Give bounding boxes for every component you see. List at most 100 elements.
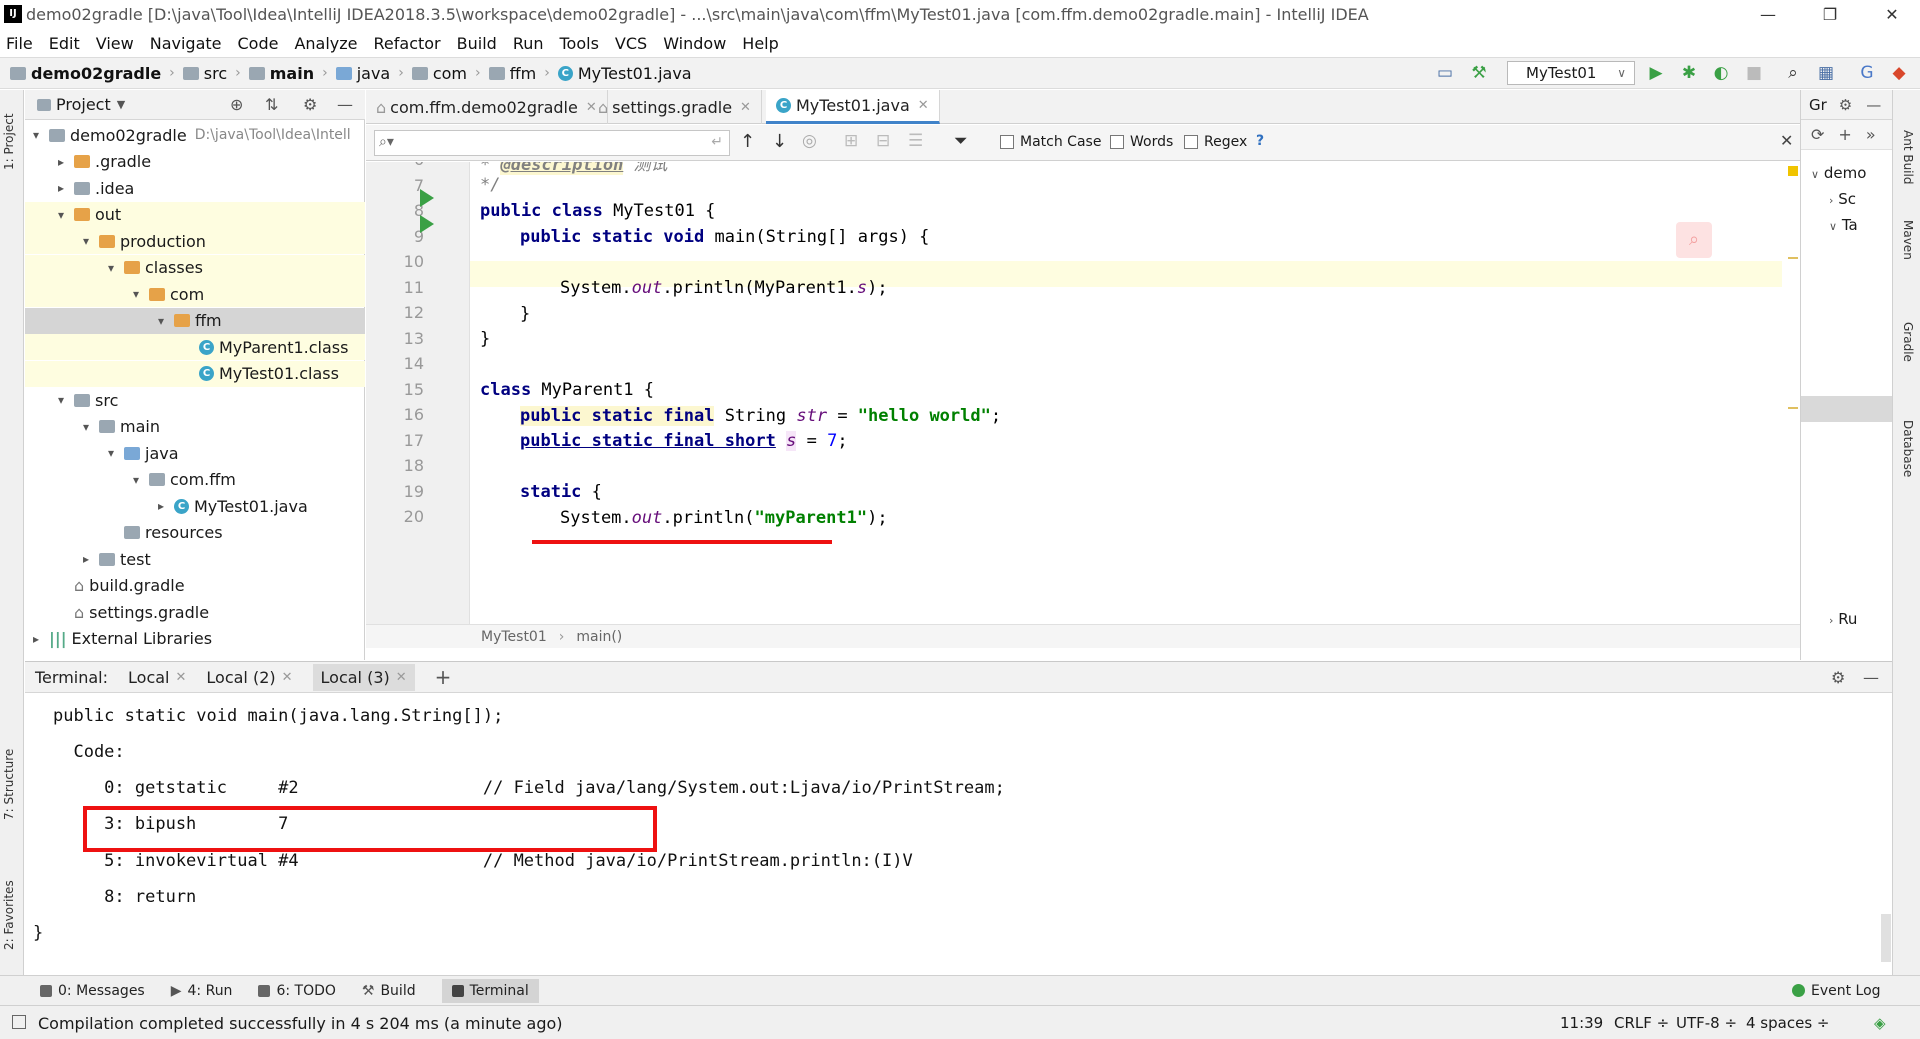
tree-item[interactable]: ▾ com.ffm: [25, 467, 365, 493]
chevron-icon[interactable]: ▸: [154, 499, 168, 513]
collapse-icon[interactable]: ⇅: [265, 95, 278, 114]
line-separator[interactable]: CRLF ÷: [1614, 1014, 1669, 1032]
refresh-icon[interactable]: ⟳: [1811, 125, 1824, 144]
chevron-icon[interactable]: ▾: [79, 234, 93, 248]
run-gutter-icon[interactable]: [420, 189, 434, 207]
tree-item[interactable]: ▾ production: [25, 228, 365, 254]
tree-item[interactable]: ▾ out: [25, 201, 365, 228]
terminal-tab-local-3[interactable]: Local (3) ✕: [312, 663, 415, 691]
menu-run[interactable]: Run: [513, 34, 544, 53]
tree-item[interactable]: C MyParent1.class: [25, 334, 365, 360]
breadcrumb-main[interactable]: main ›: [248, 64, 328, 83]
regex-option[interactable]: Regex: [1184, 134, 1247, 150]
find-input[interactable]: ⌕▾ ↵: [374, 130, 730, 156]
add-icon[interactable]: +: [1838, 125, 1851, 144]
chevron-down-icon[interactable]: ▼: [117, 98, 125, 111]
tab-settings-gradle[interactable]: ⌂ settings.gradle ✕: [588, 90, 762, 124]
regex-help-link[interactable]: ?: [1256, 133, 1264, 149]
chevron-icon[interactable]: ▾: [79, 420, 93, 434]
tree-item[interactable]: ▾ com: [25, 281, 365, 307]
menu-tools[interactable]: Tools: [560, 34, 599, 53]
gradle-item[interactable]: › Sc: [1829, 190, 1856, 208]
terminal-tab-local-2[interactable]: Local (2) ✕: [206, 668, 292, 687]
menu-build[interactable]: Build: [457, 34, 497, 53]
filter-icon[interactable]: ⏷: [954, 131, 968, 151]
chevron-icon[interactable]: ▸: [54, 155, 68, 169]
tool-tab-project[interactable]: 1: Project: [2, 113, 16, 170]
editor-breadcrumb-class[interactable]: MyTest01: [481, 629, 547, 645]
tool-tab-database[interactable]: Database: [1901, 420, 1915, 477]
error-stripe-mark[interactable]: [1788, 257, 1798, 259]
chevron-icon[interactable]: ▾: [129, 287, 143, 301]
debug-icon[interactable]: ✱: [1678, 62, 1700, 84]
close-tab-icon[interactable]: ✕: [918, 98, 929, 113]
chevron-icon[interactable]: ▾: [54, 208, 68, 222]
tree-item[interactable]: ▾ ffm: [25, 307, 365, 334]
terminal-scrollbar[interactable]: [1881, 914, 1891, 962]
editor-breadcrumb-method[interactable]: main(): [576, 629, 622, 645]
tool-tab-run[interactable]: ▶ 4: Run: [171, 983, 233, 999]
hide-icon[interactable]: —: [1866, 96, 1881, 114]
find-all-icon[interactable]: ◎: [802, 131, 817, 151]
tool-tab-messages[interactable]: 0: Messages: [40, 983, 145, 999]
error-stripe-mark[interactable]: [1788, 407, 1798, 409]
close-tab-icon[interactable]: ✕: [740, 100, 751, 115]
tree-item[interactable]: ▾ demo02gradle D:\java\Tool\Idea\Intell: [25, 122, 365, 148]
chevron-icon[interactable]: ▾: [54, 393, 68, 407]
stop-icon[interactable]: ■: [1743, 62, 1765, 84]
chevron-icon[interactable]: ▸: [79, 552, 93, 566]
tree-item[interactable]: ⌂ settings.gradle: [25, 599, 365, 625]
coverage-icon[interactable]: ◐: [1710, 62, 1732, 84]
menu-window[interactable]: Window: [663, 34, 726, 53]
minimize-button[interactable]: —: [1748, 2, 1788, 28]
chevron-icon[interactable]: ▾: [29, 128, 43, 142]
file-encoding[interactable]: UTF-8 ÷: [1676, 1014, 1737, 1032]
inspection-status-icon[interactable]: [1788, 166, 1798, 176]
status-message[interactable]: Compilation completed successfully in 4 …: [38, 1014, 563, 1033]
breadcrumb-src[interactable]: src ›: [182, 64, 241, 83]
regex-checkbox[interactable]: [1184, 135, 1198, 149]
caret-position[interactable]: 11:39: [1560, 1014, 1603, 1032]
menu-code[interactable]: Code: [238, 34, 279, 53]
tab-mytest01-java[interactable]: C MyTest01.java ✕: [766, 90, 940, 124]
tool-tab-build[interactable]: ⚒ Build: [362, 983, 416, 999]
hide-icon[interactable]: —: [1863, 668, 1879, 687]
run-configuration-select[interactable]: MyTest01 ∨: [1507, 61, 1635, 85]
new-terminal-icon[interactable]: +: [435, 665, 452, 689]
breadcrumb-ffm[interactable]: ffm ›: [488, 64, 550, 83]
menu-help[interactable]: Help: [742, 34, 778, 53]
tree-item[interactable]: resources: [25, 520, 365, 546]
breadcrumb-com[interactable]: com ›: [411, 64, 481, 83]
menu-vcs[interactable]: VCS: [615, 34, 647, 53]
next-occurrence-icon[interactable]: ↓: [772, 131, 787, 152]
chevron-icon[interactable]: ▾: [154, 314, 168, 328]
run-icon[interactable]: ▶: [1645, 62, 1667, 84]
search-icon[interactable]: ⌕: [1782, 62, 1804, 84]
translate-icon[interactable]: G: [1856, 62, 1878, 84]
close-find-icon[interactable]: ✕: [1780, 131, 1793, 150]
menu-file[interactable]: File: [6, 34, 33, 53]
tree-item[interactable]: ▸ ||| External Libraries: [25, 626, 365, 652]
gradle-item[interactable]: ∨ Ta: [1829, 216, 1858, 234]
gradle-item[interactable]: ∨ demo: [1811, 164, 1866, 182]
layout-icon[interactable]: ▭: [1434, 62, 1456, 84]
select-all-occurrences-icon[interactable]: ☰: [908, 131, 923, 151]
tree-item[interactable]: ▾ src: [25, 387, 365, 413]
close-window-button[interactable]: ✕: [1872, 2, 1912, 28]
project-panel-title[interactable]: Project: [56, 95, 111, 114]
tree-item[interactable]: ▸ test: [25, 546, 365, 572]
chevron-icon[interactable]: ▾: [104, 446, 118, 460]
words-checkbox[interactable]: [1110, 135, 1124, 149]
gear-icon[interactable]: ⚙: [303, 95, 317, 114]
event-log-button[interactable]: Event Log: [1792, 983, 1881, 999]
menu-navigate[interactable]: Navigate: [150, 34, 222, 53]
tool-tab-gradle[interactable]: Gradle: [1901, 322, 1915, 362]
newline-icon[interactable]: ↵: [711, 134, 723, 150]
locate-icon[interactable]: ⊕: [230, 95, 243, 114]
add-occurrence-icon[interactable]: ⊞: [844, 131, 858, 151]
hide-icon[interactable]: —: [337, 95, 353, 114]
tree-item[interactable]: ▸ C MyTest01.java: [25, 493, 365, 519]
menu-analyze[interactable]: Analyze: [294, 34, 357, 53]
tree-item[interactable]: ⌂ build.gradle: [25, 573, 365, 599]
gear-icon[interactable]: ⚙: [1839, 96, 1852, 114]
